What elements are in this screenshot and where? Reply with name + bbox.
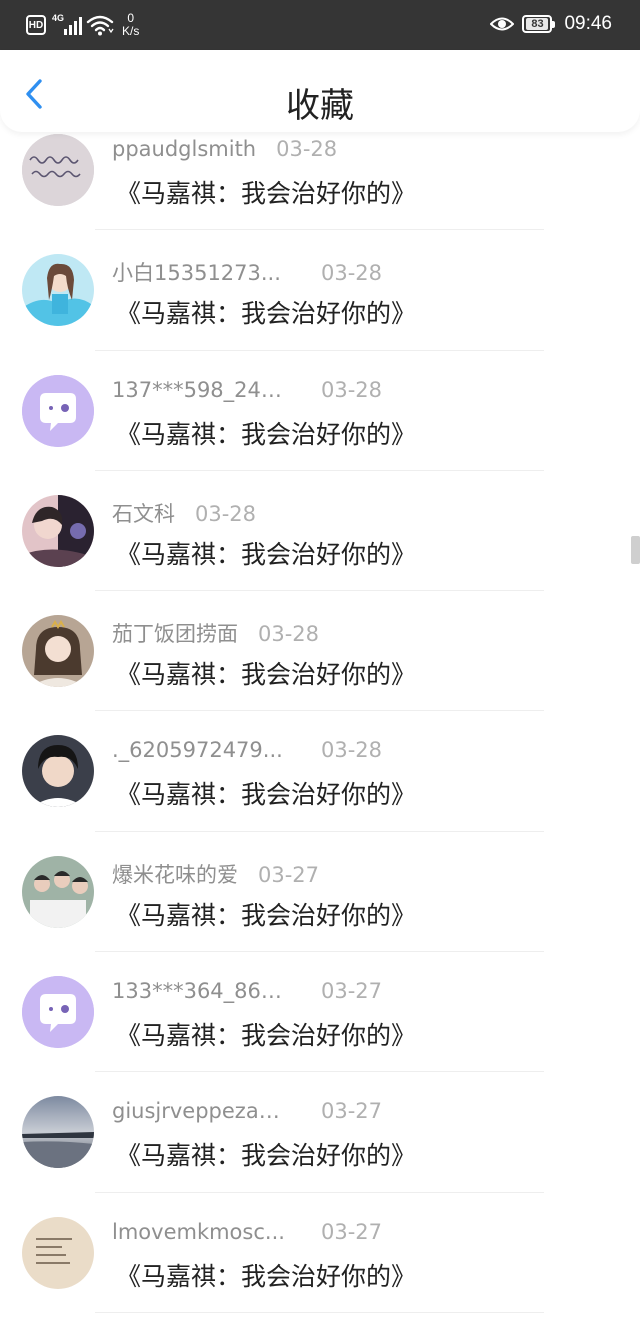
- item-content[interactable]: 《马嘉祺：我会治好你的》: [116, 294, 416, 330]
- wifi-icon: [86, 15, 114, 36]
- list-item[interactable]: giusjrveppezan... 03-27 《马嘉祺：我会治好你的》: [0, 1072, 640, 1193]
- item-meta: giusjrveppezan... 03-27: [112, 1099, 382, 1123]
- list-item[interactable]: 133***364_862... 03-27 《马嘉祺：我会治好你的》: [0, 952, 640, 1073]
- date: 03-27: [321, 1219, 383, 1244]
- list-item[interactable]: 石文科 03-28 《马嘉祺：我会治好你的》: [0, 471, 640, 592]
- username[interactable]: 爆米花味的爱: [112, 859, 238, 889]
- status-left: HD 4G 0 K/s: [26, 12, 139, 38]
- app-header: 收藏: [0, 50, 640, 132]
- avatar[interactable]: [22, 735, 94, 808]
- list-item[interactable]: 爆米花味的爱 03-27 《马嘉祺：我会治好你的》: [0, 832, 640, 953]
- item-content[interactable]: 《马嘉祺：我会治好你的》: [116, 896, 416, 932]
- item-meta: 石文科 03-28: [112, 498, 256, 528]
- hd-icon: HD: [26, 15, 46, 35]
- item-content[interactable]: 《马嘉祺：我会治好你的》: [116, 655, 416, 691]
- date: 03-28: [195, 501, 257, 526]
- avatar[interactable]: [22, 134, 94, 206]
- avatar[interactable]: [22, 855, 94, 928]
- handwriting-avatar-icon: [22, 134, 94, 206]
- favorites-list: ppaudglsmith 03-28 《马嘉祺：我会治好你的》 小白153512…: [0, 110, 640, 1313]
- list-item[interactable]: 茄丁饭团捞面 03-28 《马嘉祺：我会治好你的》: [0, 591, 640, 712]
- username[interactable]: 小白15351273...: [112, 257, 292, 287]
- item-meta: 爆米花味的爱 03-27: [112, 859, 319, 889]
- list-item[interactable]: 137***598_245... 03-28 《马嘉祺：我会治好你的》: [0, 351, 640, 471]
- avatar[interactable]: [22, 374, 94, 447]
- date: 03-28: [258, 622, 320, 647]
- date: 03-27: [258, 862, 320, 887]
- photo-avatar-icon: [22, 615, 94, 688]
- item-content[interactable]: 《马嘉祺：我会治好你的》: [116, 174, 416, 210]
- page-title: 收藏: [286, 86, 354, 126]
- battery-level: 83: [526, 18, 549, 30]
- item-content[interactable]: 《马嘉祺：我会治好你的》: [116, 535, 416, 571]
- item-meta: 茄丁饭团捞面 03-28: [112, 618, 319, 648]
- username[interactable]: 茄丁饭团捞面: [112, 618, 238, 648]
- speed-unit: K/s: [122, 24, 140, 38]
- anime-girl-avatar-icon: [22, 254, 94, 327]
- eye-icon: [490, 17, 515, 31]
- date: 03-28: [321, 738, 383, 763]
- username[interactable]: 石文科: [112, 498, 175, 528]
- group-photo-avatar-icon: [22, 855, 94, 928]
- username[interactable]: ppaudglsmith: [112, 137, 256, 161]
- item-content[interactable]: 《马嘉祺：我会治好你的》: [116, 1016, 416, 1052]
- item-meta: ppaudglsmith 03-28: [112, 137, 337, 161]
- username[interactable]: 133***364_862...: [112, 979, 292, 1003]
- item-meta: ._6205972479... 03-28: [112, 738, 382, 762]
- item-content[interactable]: 《马嘉祺：我会治好你的》: [116, 775, 416, 811]
- item-meta: 137***598_245... 03-28: [112, 378, 382, 402]
- text-card-avatar-icon: [22, 1216, 94, 1289]
- item-meta: 小白15351273... 03-28: [112, 257, 382, 287]
- clock: 09:46: [564, 13, 612, 34]
- username[interactable]: 137***598_245...: [112, 378, 292, 402]
- photo-avatar-icon: [22, 494, 94, 567]
- date: 03-27: [321, 979, 383, 1004]
- network-type: 4G: [52, 13, 65, 23]
- username[interactable]: giusjrveppezan...: [112, 1099, 292, 1123]
- date: 03-28: [321, 261, 383, 286]
- list-item[interactable]: ._6205972479... 03-28 《马嘉祺：我会治好你的》: [0, 711, 640, 832]
- avatar[interactable]: [22, 494, 94, 567]
- item-content[interactable]: 《马嘉祺：我会治好你的》: [116, 1136, 416, 1172]
- avatar[interactable]: [22, 1096, 94, 1169]
- item-meta: 133***364_862... 03-27: [112, 979, 382, 1003]
- status-bar: HD 4G 0 K/s 83 09:46: [0, 0, 640, 50]
- avatar[interactable]: [22, 1216, 94, 1289]
- chat-bubble-icon: [22, 374, 94, 447]
- list-item[interactable]: lmovemkmosc... 03-27 《马嘉祺：我会治好你的》: [0, 1193, 640, 1313]
- avatar[interactable]: [22, 254, 94, 327]
- avatar[interactable]: [22, 615, 94, 688]
- username[interactable]: ._6205972479...: [112, 738, 292, 762]
- item-content[interactable]: 《马嘉祺：我会治好你的》: [116, 1257, 416, 1293]
- date: 03-28: [321, 377, 383, 402]
- avatar[interactable]: [22, 976, 94, 1049]
- scrollbar-thumb[interactable]: [631, 536, 640, 564]
- divider: [95, 1311, 544, 1313]
- chat-bubble-icon: [22, 976, 94, 1049]
- username[interactable]: lmovemkmosc...: [112, 1220, 292, 1244]
- landscape-avatar-icon: [22, 1096, 94, 1169]
- status-right: 83 09:46: [490, 12, 612, 36]
- list-item[interactable]: 小白15351273... 03-28 《马嘉祺：我会治好你的》: [0, 230, 640, 351]
- signal-icon: 4G: [52, 13, 84, 37]
- battery-icon: 83: [522, 15, 556, 33]
- date: 03-27: [321, 1099, 383, 1124]
- item-meta: lmovemkmosc... 03-27: [112, 1220, 382, 1244]
- item-content[interactable]: 《马嘉祺：我会治好你的》: [116, 415, 416, 451]
- date: 03-28: [276, 137, 338, 161]
- network-speed: 0 K/s: [122, 12, 139, 38]
- photo-avatar-icon: [22, 735, 94, 808]
